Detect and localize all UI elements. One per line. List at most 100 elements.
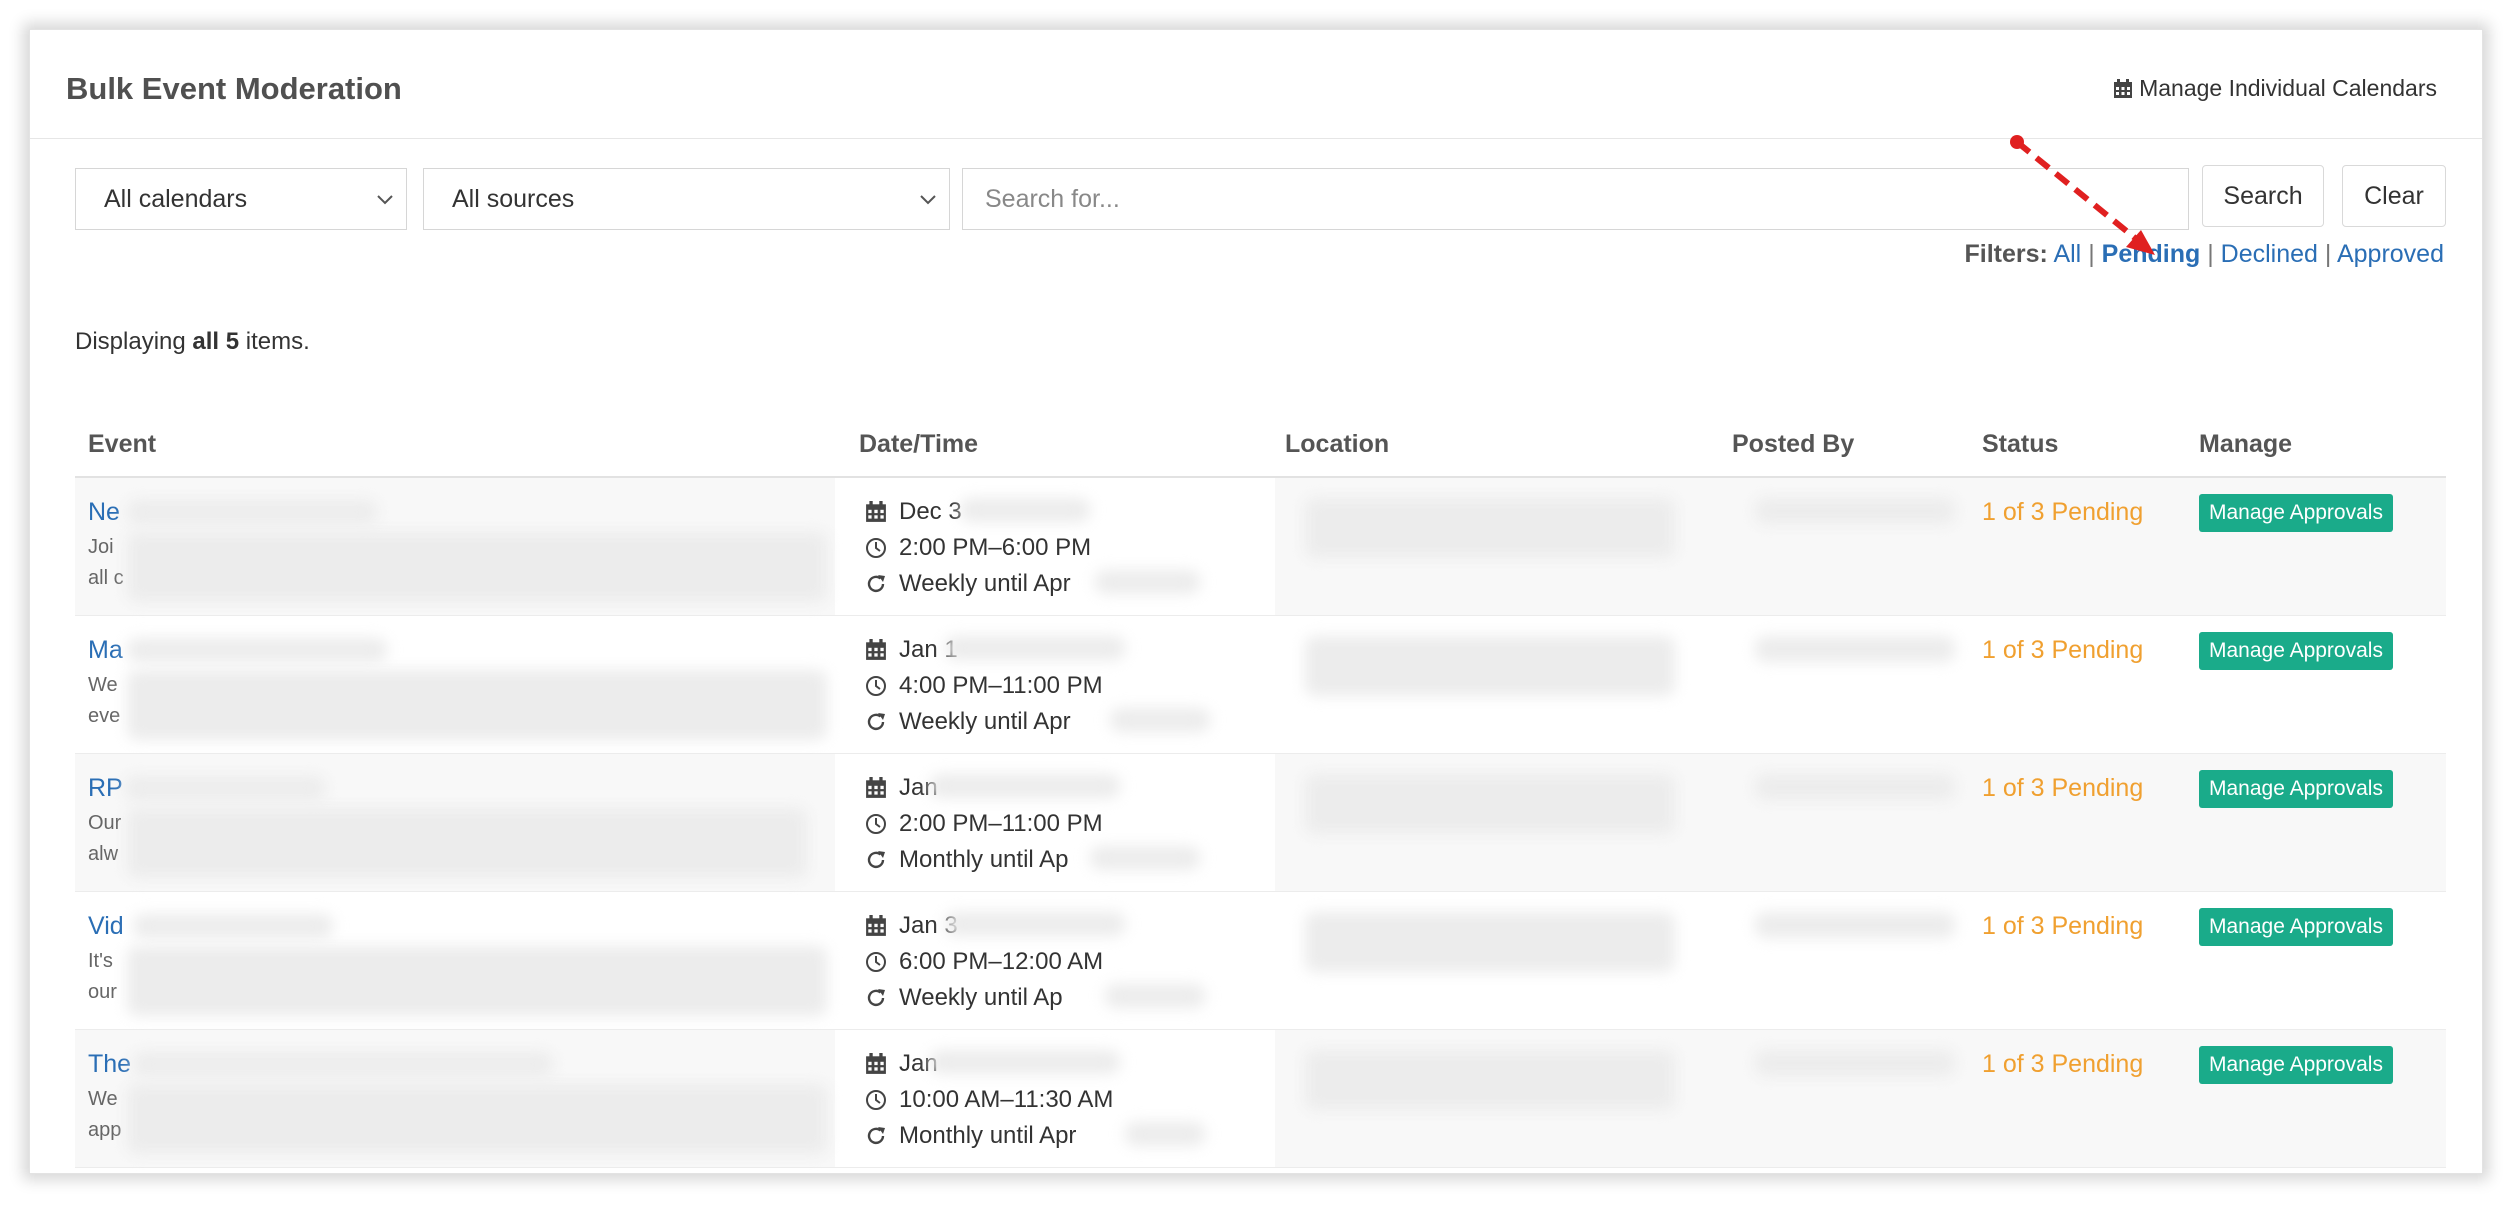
chevron-down-icon [920,195,936,205]
event-description: We app [88,1084,128,1146]
status-pending: 1 of 3 Pending [1982,774,2144,802]
event-description: Our alw [88,808,128,870]
redacted-title [127,638,387,662]
calendar-select[interactable]: All calendars [75,168,407,230]
status-pending: 1 of 3 Pending [1982,1050,2144,1078]
event-description-line: our [88,981,117,1003]
table-row: Vid It's our Jan 3 6:00 PM–12:00 AM Weekl… [75,892,2446,1030]
status-pending: 1 of 3 Pending [1982,636,2144,664]
manage-approvals-button[interactable]: Manage Approvals [2199,908,2393,946]
manage-approvals-button[interactable]: Manage Approvals [2199,1046,2393,1084]
redacted-date [945,636,1125,660]
clock-icon [866,1090,886,1110]
redacted-description [127,670,827,740]
event-description: Joi all c [88,532,128,594]
events-table: Event Date/Time Location Posted By Statu… [75,400,2446,1168]
chevron-down-icon [377,195,393,205]
display-count-bold: all 5 [192,328,240,355]
redacted-description [127,532,827,602]
redacted-date [930,1050,1120,1074]
redacted-location [1305,1050,1675,1110]
filter-approved[interactable]: Approved [2337,240,2444,268]
calendar-icon [866,777,886,798]
column-header-location[interactable]: Location [1285,430,1389,459]
event-description: We eve [88,670,128,732]
filter-declined[interactable]: Declined [2221,240,2318,268]
redacted-posted-by [1755,498,1955,524]
manage-calendars-label: Manage Individual Calendars [2139,75,2437,101]
event-description-line: Our [88,812,122,834]
clock-icon [866,676,886,696]
table-header: Event Date/Time Location Posted By Statu… [75,400,2446,478]
redacted-description [127,808,807,878]
event-title-link[interactable]: RP [88,774,123,803]
event-description-line: eve [88,705,121,727]
event-title-link[interactable]: Ne [88,498,120,527]
event-description-line: alw [88,843,119,865]
event-date: Dec 3 [899,498,962,525]
event-description-line: Joi [88,536,114,558]
redacted-recurrence [1090,846,1200,870]
column-header-posted-by[interactable]: Posted By [1732,430,1854,459]
redacted-date [930,774,1120,798]
annotation-arrow [2010,135,2155,255]
calendar-select-value: All calendars [104,184,248,213]
manage-approvals-button[interactable]: Manage Approvals [2199,770,2393,808]
filter-separator: | [2324,240,2332,268]
event-description: It's our [88,946,128,1008]
display-prefix: Displaying [75,328,193,355]
event-description-line: We [88,674,118,696]
search-button[interactable]: Search [2202,165,2324,227]
clock-icon [866,814,886,834]
event-time: 2:00 PM–6:00 PM [899,534,1092,561]
event-title-link[interactable]: The [88,1050,131,1079]
redacted-date [960,498,1090,522]
filter-separator: | [2207,240,2214,268]
redacted-posted-by [1755,1050,1955,1076]
clock-icon [866,538,886,558]
event-recurrence: Monthly until Ap [899,846,1069,873]
column-header-status[interactable]: Status [1982,430,2058,459]
table-row: RP Our alw Jan 2:00 PM–11:00 PM Monthly u… [75,754,2446,892]
event-description-line: app [88,1119,122,1141]
redo-icon [867,851,885,869]
manage-approvals-button[interactable]: Manage Approvals [2199,632,2393,670]
status-pending: 1 of 3 Pending [1982,498,2144,526]
calendar-icon [866,639,886,660]
redacted-recurrence [1125,1122,1205,1146]
calendar-icon [866,501,886,522]
event-description-line: all c [88,567,124,589]
event-recurrence: Weekly until Apr [899,570,1071,597]
column-header-datetime[interactable]: Date/Time [859,430,978,459]
clear-button[interactable]: Clear [2342,165,2446,227]
source-select-value: All sources [452,184,575,213]
event-title-link[interactable]: Ma [88,636,123,665]
redacted-location [1305,912,1675,972]
display-suffix: items. [239,328,310,355]
redacted-posted-by [1755,912,1955,938]
redacted-posted-by [1755,774,1955,800]
column-header-event[interactable]: Event [88,430,156,459]
page-title: Bulk Event Moderation [66,71,402,106]
column-header-manage: Manage [2199,430,2293,458]
redacted-posted-by [1755,636,1955,662]
redacted-recurrence [1105,984,1205,1008]
calendar-icon [2114,78,2133,98]
calendar-icon [866,1053,886,1074]
redacted-recurrence [1095,570,1200,594]
redacted-description [127,1084,827,1154]
redacted-recurrence [1110,708,1210,732]
redacted-title [133,1052,553,1076]
panel-header: Bulk Event Moderation Manage Individual … [30,30,2482,139]
manage-approvals-button[interactable]: Manage Approvals [2199,494,2393,532]
redacted-description [127,946,827,1016]
event-recurrence: Weekly until Apr [899,708,1071,735]
redo-icon [867,713,885,731]
redacted-date [945,912,1125,936]
event-time: 6:00 PM–12:00 AM [899,948,1104,975]
event-recurrence: Weekly until Ap [899,984,1063,1011]
source-select[interactable]: All sources [423,168,950,230]
table-row: The We app Jan 10:00 AM–11:30 AM Monthly … [75,1030,2446,1168]
event-title-link[interactable]: Vid [88,912,124,941]
manage-individual-calendars-link[interactable]: Manage Individual Calendars [2113,75,2437,102]
